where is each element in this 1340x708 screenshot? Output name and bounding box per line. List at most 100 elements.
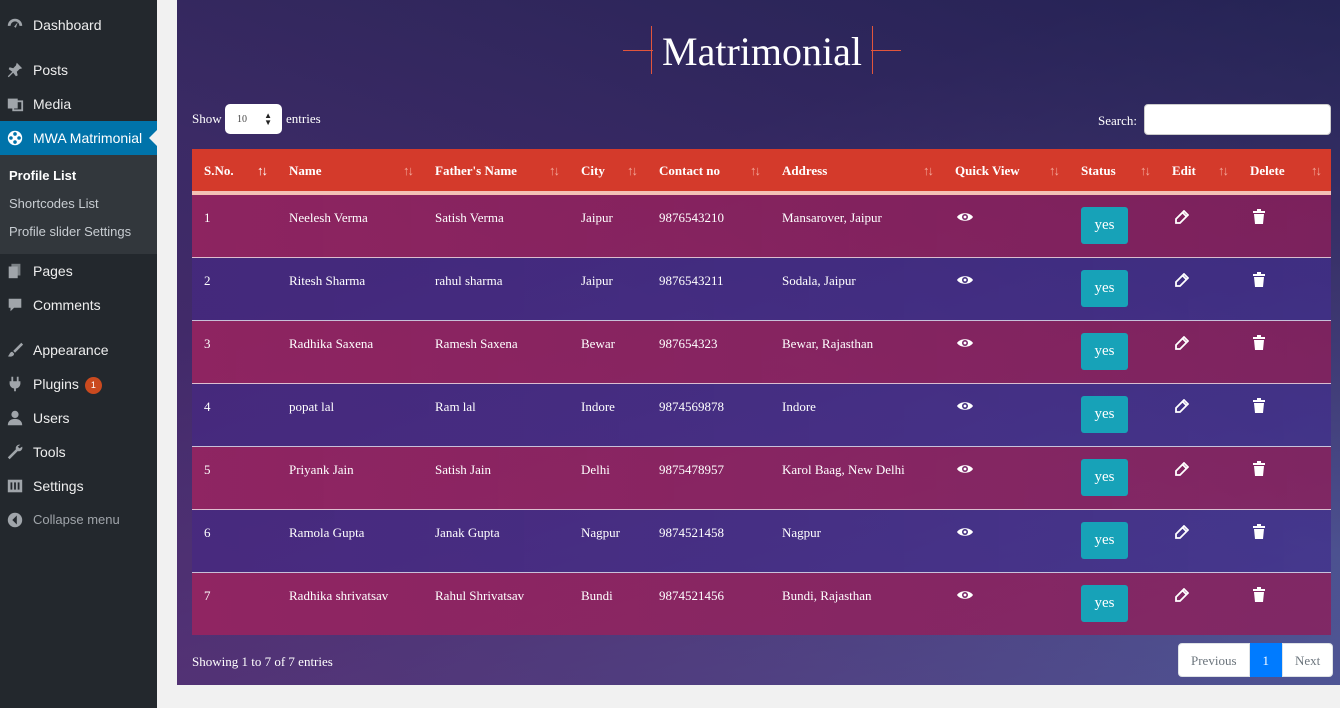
status-button[interactable]: yes [1081, 459, 1128, 496]
trash-icon[interactable] [1253, 209, 1265, 224]
sidebar-item-users[interactable]: Users [0, 401, 157, 435]
page-1-button[interactable]: 1 [1249, 643, 1282, 677]
sidebar-item-label: Users [33, 410, 70, 426]
pencil-icon[interactable] [1174, 525, 1189, 540]
title-decoration [623, 50, 653, 51]
cell-sno: 6 [204, 525, 211, 540]
column-header-delete[interactable]: Delete [1250, 163, 1285, 179]
pencil-icon[interactable] [1174, 399, 1189, 414]
search-input[interactable] [1144, 104, 1331, 135]
previous-button[interactable]: Previous [1178, 643, 1250, 677]
cell-father-name: Rahul Shrivatsav [435, 588, 525, 603]
page-title: Matrimonial [662, 29, 862, 74]
sort-icon[interactable]: ↑↓ [403, 163, 414, 179]
matrimonial-panel: Matrimonial Show 10 ▲ ▼ entries Search: S… [177, 0, 1340, 685]
trash-icon[interactable] [1253, 398, 1265, 413]
sidebar-item-mwa-matrimonial[interactable]: MWA Matrimonial [0, 121, 157, 155]
eye-icon[interactable] [956, 273, 974, 287]
trash-icon[interactable] [1253, 524, 1265, 539]
sidebar-item-label: Settings [33, 478, 84, 494]
sidebar-item-tools[interactable]: Tools [0, 435, 157, 469]
column-header-edit[interactable]: Edit [1172, 163, 1196, 179]
eye-icon[interactable] [956, 336, 974, 350]
cell-contact: 9874521458 [659, 525, 724, 540]
column-header-fathers-name[interactable]: Father's Name [435, 163, 517, 179]
trash-icon[interactable] [1253, 335, 1265, 350]
sort-icon[interactable]: ↑↓ [627, 163, 638, 179]
title-decoration [651, 26, 652, 74]
status-button[interactable]: yes [1081, 585, 1128, 622]
entries-length-select[interactable]: 10 ▲ ▼ [225, 104, 282, 134]
column-header-status[interactable]: Status [1081, 163, 1116, 179]
pencil-icon[interactable] [1174, 588, 1189, 603]
table-row: 3 Radhika Saxena Ramesh Saxena Bewar 987… [192, 321, 1331, 384]
column-header-sno[interactable]: S.No. [204, 163, 234, 179]
eye-icon[interactable] [956, 399, 974, 413]
collapse-menu-button[interactable]: Collapse menu [0, 503, 157, 537]
cell-address: Bewar, Rajasthan [782, 336, 874, 351]
pencil-icon[interactable] [1174, 336, 1189, 351]
eye-icon[interactable] [956, 525, 974, 539]
sidebar-item-dashboard[interactable]: Dashboard [0, 8, 157, 42]
user-icon [7, 410, 23, 426]
submenu-item-profile-list[interactable]: Profile List [9, 168, 76, 183]
sidebar-item-media[interactable]: Media [0, 87, 157, 121]
sidebar-item-settings[interactable]: Settings [0, 469, 157, 503]
cell-contact: 9875478957 [659, 462, 724, 477]
cell-sno: 1 [204, 210, 211, 225]
sidebar-item-plugins[interactable]: Plugins 1 [0, 367, 157, 401]
sort-icon[interactable]: ↑↓ [549, 163, 560, 179]
sidebar-item-appearance[interactable]: Appearance [0, 333, 157, 367]
submenu-item-shortcodes-list[interactable]: Shortcodes List [9, 196, 99, 211]
cell-city: Bundi [581, 588, 613, 603]
pencil-icon[interactable] [1174, 462, 1189, 477]
trash-icon[interactable] [1253, 461, 1265, 476]
column-header-contact[interactable]: Contact no [659, 163, 720, 179]
sort-icon[interactable]: ↑↓ [1311, 163, 1322, 179]
sort-icon[interactable]: ↑↓ [1049, 163, 1060, 179]
eye-icon[interactable] [956, 588, 974, 602]
pencil-icon[interactable] [1174, 210, 1189, 225]
sidebar-item-pages[interactable]: Pages [0, 254, 157, 288]
sidebar-item-label: Tools [33, 444, 66, 460]
cell-sno: 4 [204, 399, 211, 414]
sidebar-item-comments[interactable]: Comments [0, 288, 157, 322]
table-header: S.No. ↑↓ Name ↑↓ Father's Name ↑↓ City ↑… [192, 149, 1331, 195]
cell-name: Neelesh Verma [289, 210, 368, 225]
next-button[interactable]: Next [1282, 643, 1334, 677]
sort-icon[interactable]: ↑↓ [923, 163, 934, 179]
status-button[interactable]: yes [1081, 270, 1128, 307]
cell-name: Ramola Gupta [289, 525, 365, 540]
cell-sno: 7 [204, 588, 211, 603]
status-button[interactable]: yes [1081, 396, 1128, 433]
column-header-name[interactable]: Name [289, 163, 322, 179]
sidebar-item-label: Appearance [33, 342, 109, 358]
brush-icon [7, 342, 24, 357]
trash-icon[interactable] [1253, 272, 1265, 287]
column-header-city[interactable]: City [581, 163, 605, 179]
eye-icon[interactable] [956, 462, 974, 476]
column-header-quick-view[interactable]: Quick View [955, 163, 1020, 179]
status-button[interactable]: yes [1081, 522, 1128, 559]
sidebar-item-posts[interactable]: Posts [0, 53, 157, 87]
cell-name: Priyank Jain [289, 462, 354, 477]
sort-icon[interactable]: ↑↓ [750, 163, 761, 179]
cell-city: Jaipur [581, 210, 613, 225]
column-header-address[interactable]: Address [782, 163, 827, 179]
film-reel-icon [7, 130, 23, 146]
cell-city: Delhi [581, 462, 610, 477]
sort-icon[interactable]: ↑↓ [257, 163, 268, 179]
table-row: 6 Ramola Gupta Janak Gupta Nagpur 987452… [192, 510, 1331, 573]
cell-name: Ritesh Sharma [289, 273, 366, 288]
media-icon [7, 98, 24, 112]
sort-icon[interactable]: ↑↓ [1218, 163, 1229, 179]
submenu-item-profile-slider-settings[interactable]: Profile slider Settings [9, 224, 131, 239]
sort-icon[interactable]: ↑↓ [1140, 163, 1151, 179]
cell-city: Jaipur [581, 273, 613, 288]
cell-address: Sodala, Jaipur [782, 273, 856, 288]
trash-icon[interactable] [1253, 587, 1265, 602]
eye-icon[interactable] [956, 210, 974, 224]
pencil-icon[interactable] [1174, 273, 1189, 288]
status-button[interactable]: yes [1081, 207, 1128, 244]
status-button[interactable]: yes [1081, 333, 1128, 370]
